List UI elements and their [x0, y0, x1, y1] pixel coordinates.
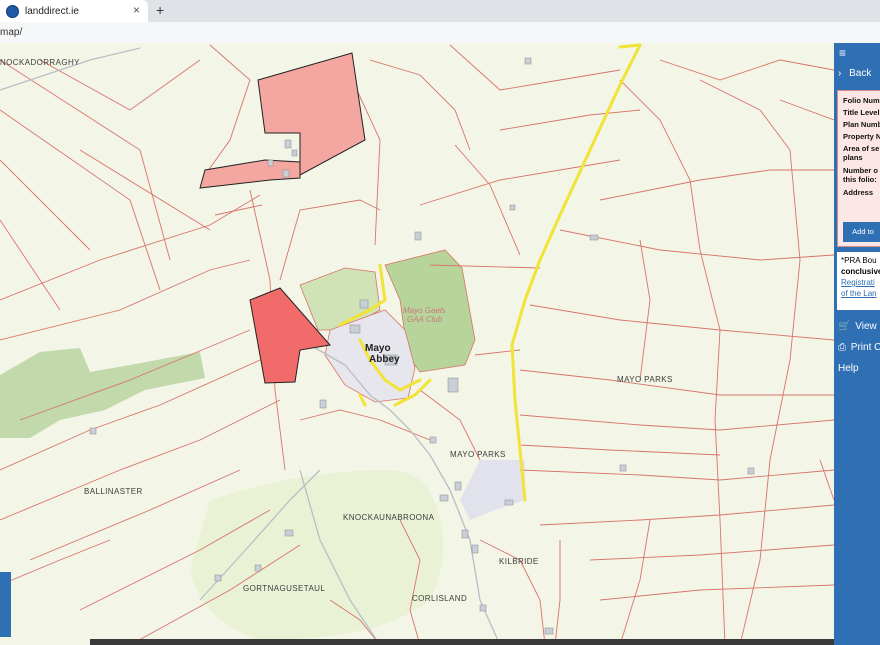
- yellow-road-east: [510, 43, 642, 502]
- tab-title: landdirect.ie: [25, 5, 79, 17]
- place-label-ballinaster: BALLINASTER: [84, 487, 143, 496]
- add-to-button[interactable]: Add to: [843, 222, 880, 242]
- place-label-kilbride: KILBRIDE: [499, 557, 539, 566]
- yellow-road-northeast: [618, 43, 642, 49]
- browser-tab[interactable]: landdirect.ie ×: [0, 0, 148, 22]
- map-left-control[interactable]: [0, 572, 11, 637]
- help-link[interactable]: Help: [838, 363, 859, 374]
- registration-link-cont[interactable]: of the Lan: [841, 288, 877, 299]
- menu-icon[interactable]: ≡: [839, 46, 846, 60]
- registration-link[interactable]: Registrati: [841, 277, 875, 288]
- map-bottom-strip: [90, 639, 834, 645]
- place-label-nockadorraghy: NOCKADORRAGHY: [0, 58, 80, 67]
- kilbride-area: [460, 460, 525, 520]
- address-bar[interactable]: map/: [0, 22, 880, 44]
- print-label: Print C: [850, 342, 880, 353]
- plan-number-field: Plan Numb: [843, 120, 880, 129]
- chevron-right-icon: ›: [838, 68, 842, 79]
- area-field-cont: plans: [843, 153, 863, 162]
- map-canvas[interactable]: [0, 43, 834, 645]
- gaa-club-label-line2: GAA Club: [407, 315, 443, 324]
- note-line-2: conclusive: [841, 267, 880, 276]
- map-view[interactable]: NOCKADORRAGHY MAYO PARKS MAYO PARKS BALL…: [0, 43, 834, 645]
- tab-close-icon[interactable]: ×: [133, 3, 140, 17]
- yellow-road-short: [358, 393, 367, 407]
- place-label-mayo-parks-east: MAYO PARKS: [617, 375, 673, 384]
- folio-info-box: Folio Numb Title Level Plan Numb Propert…: [837, 90, 880, 247]
- help-label: Help: [838, 363, 859, 374]
- print-button[interactable]: ⎙ Print C: [838, 342, 880, 353]
- nearby-parcel: [199, 52, 366, 189]
- place-label-knockaunabroona: KNOCKAUNABROONA: [343, 513, 435, 522]
- print-icon: ⎙: [838, 342, 846, 353]
- place-label-corlisland: CORLISLAND: [412, 594, 468, 603]
- right-panel: ≡ › Back Folio Numb Title Level Plan Num…: [834, 43, 880, 645]
- note-line-1: *PRA Bou: [841, 256, 877, 265]
- pra-note-box: *PRA Bou conclusive Registrati of the La…: [837, 252, 880, 310]
- town-label-line2: Abbey: [369, 354, 400, 365]
- browser-tab-bar: landdirect.ie × +: [0, 0, 880, 22]
- folio-number-field: Folio Numb: [843, 96, 880, 105]
- place-label-mayo-parks: MAYO PARKS: [450, 450, 506, 459]
- green-zone: [190, 470, 444, 640]
- town-label-line1: Mayo: [365, 343, 391, 354]
- number-of-plans-field: Number o: [843, 166, 879, 175]
- url-text: map/: [0, 27, 23, 38]
- back-label: Back: [849, 68, 872, 79]
- back-button[interactable]: › Back: [838, 68, 871, 79]
- address-field: Address: [843, 188, 874, 197]
- title-level-field: Title Level: [843, 108, 880, 117]
- gaa-club-label: Mayo Gaels GAA Club: [403, 306, 446, 324]
- area-field: Area of se: [843, 144, 880, 153]
- new-tab-button[interactable]: +: [156, 2, 164, 18]
- town-label-mayo-abbey: Mayo Abbey: [365, 343, 400, 365]
- place-label-gortnagusetaul: GORTNAGUSETAUL: [243, 584, 326, 593]
- landdirect-favicon-icon: [6, 4, 19, 18]
- view-label: View B: [855, 321, 880, 332]
- road-northwest: [0, 47, 141, 91]
- gaa-club-label-line1: Mayo Gaels: [403, 306, 446, 315]
- number-of-plans-cont: this folio:: [843, 175, 877, 184]
- view-button[interactable]: 🛒 View B: [838, 321, 880, 332]
- property-field: Property N: [843, 132, 880, 141]
- cart-icon: 🛒: [838, 321, 851, 332]
